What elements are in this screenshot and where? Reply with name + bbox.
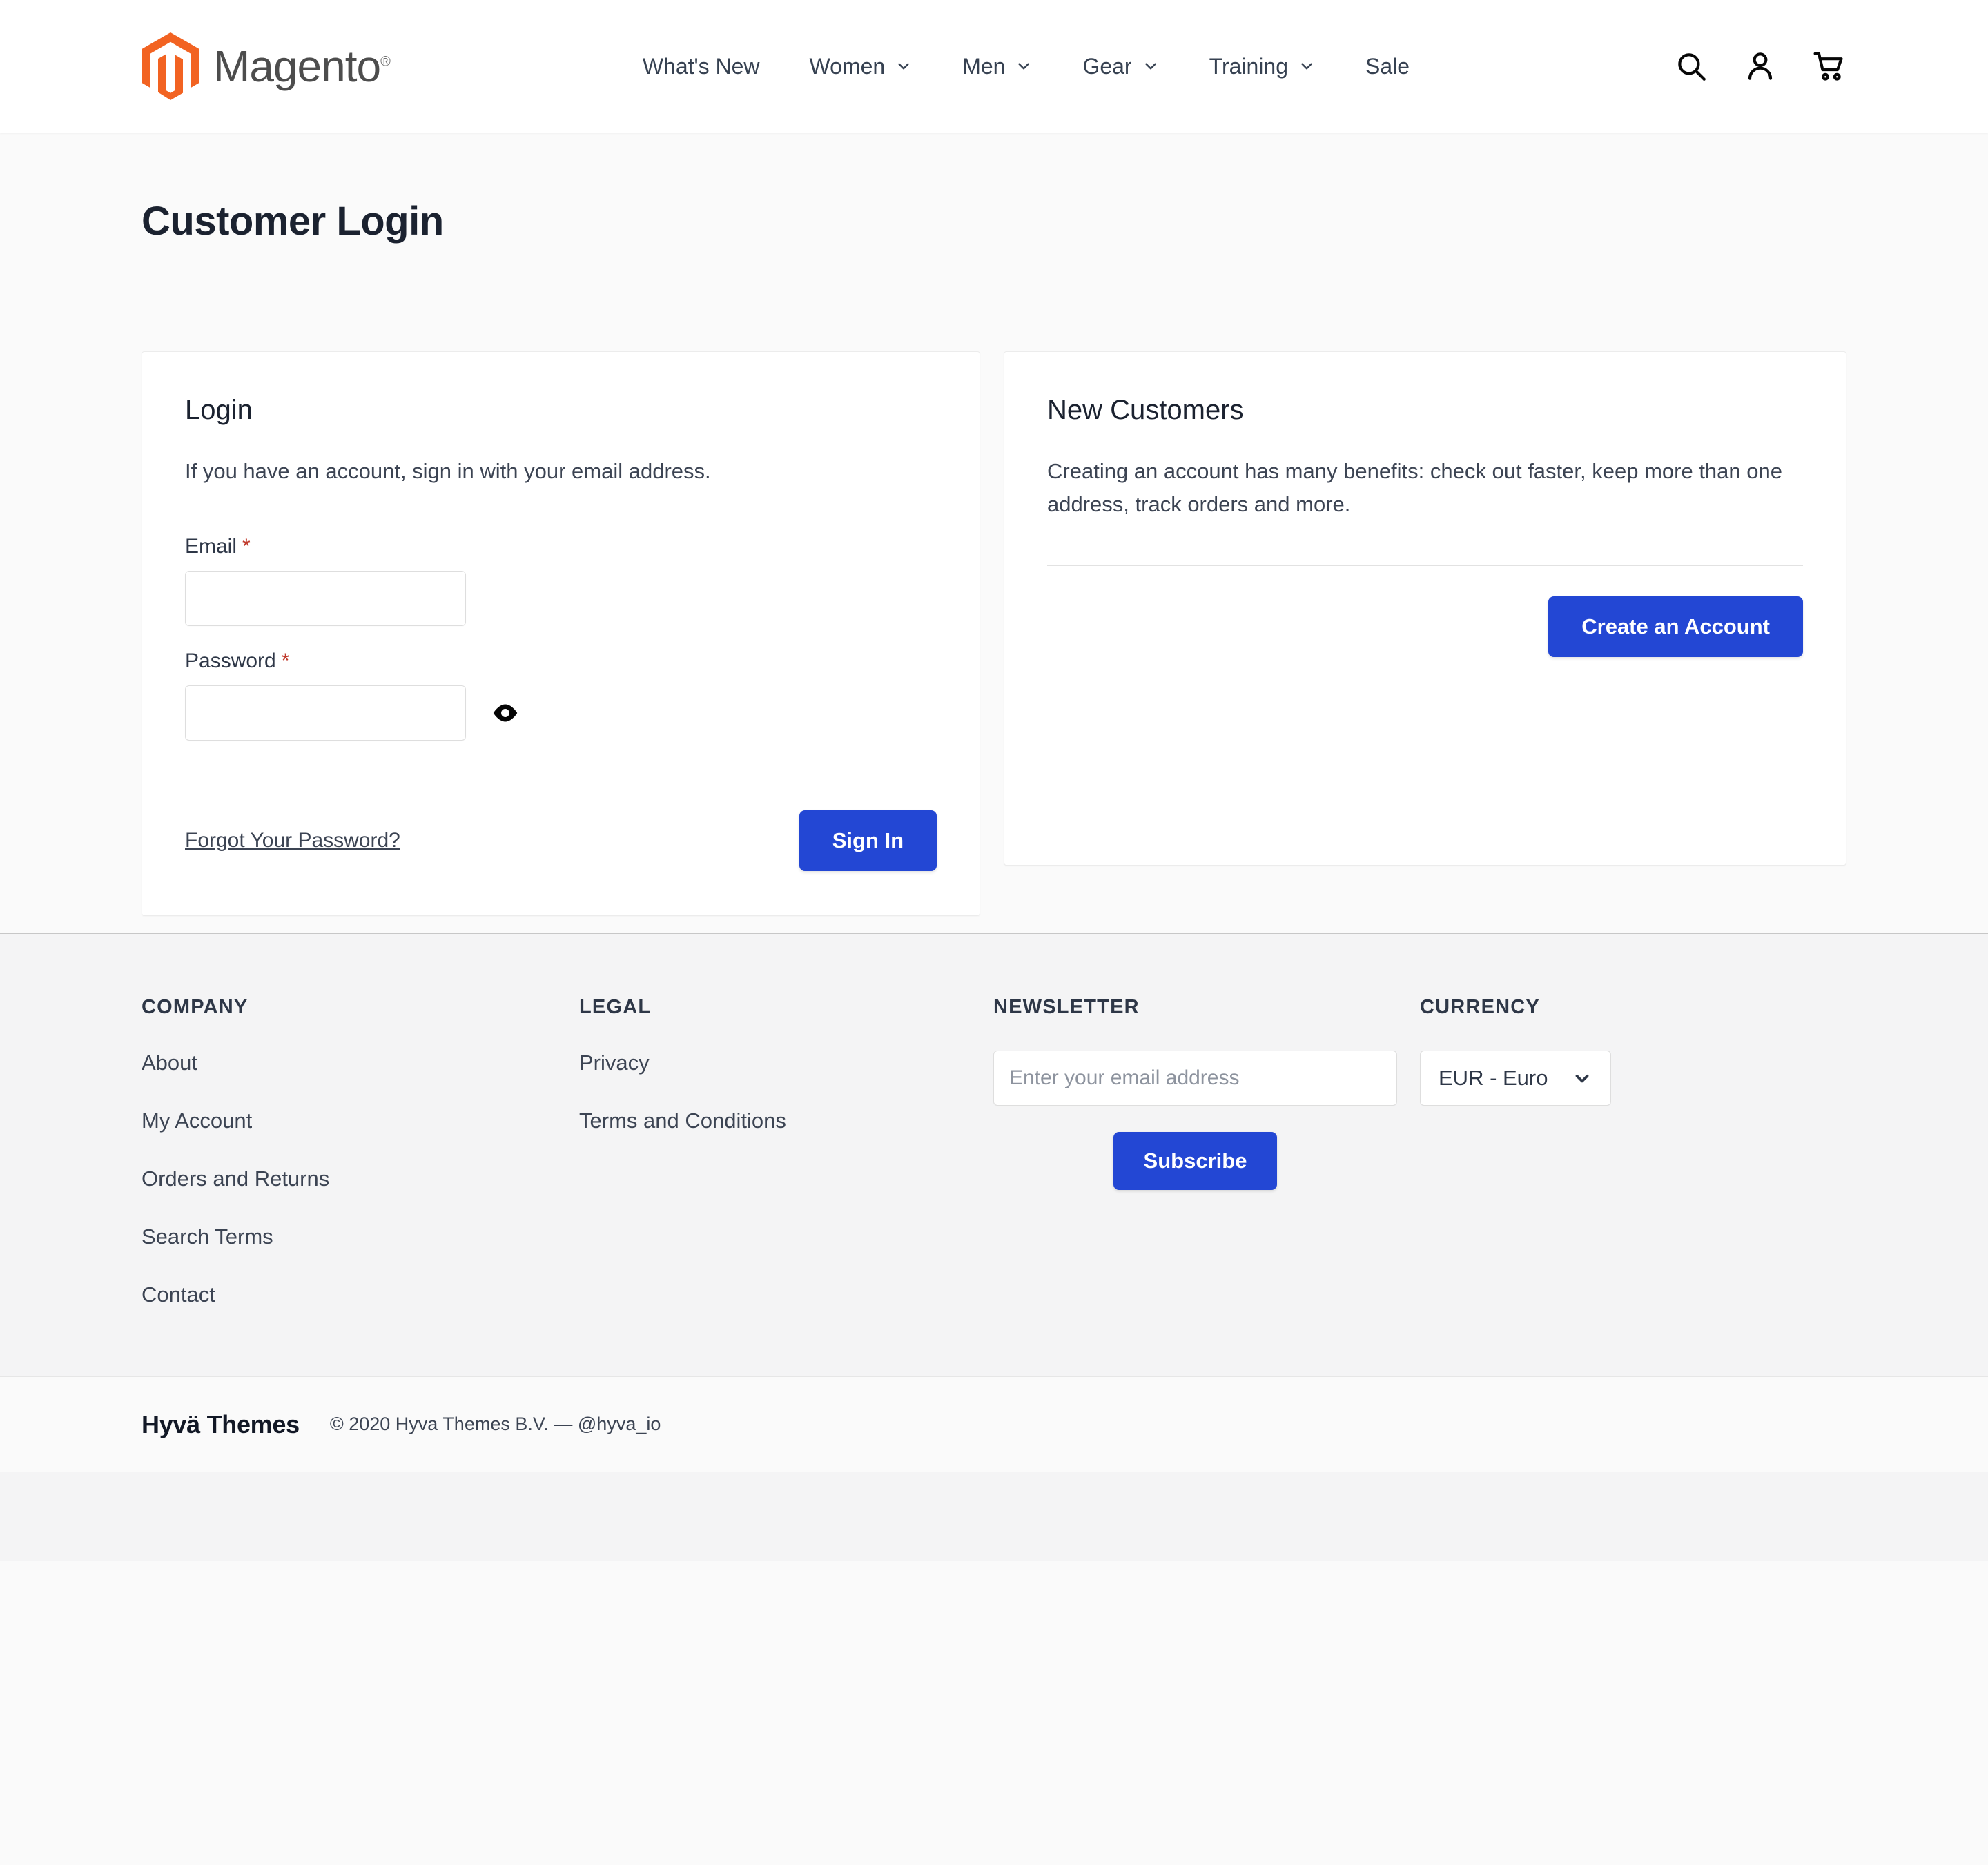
nav-label: Men <box>962 53 1006 79</box>
forgot-password-link[interactable]: Forgot Your Password? <box>185 829 400 852</box>
email-label: Email * <box>185 535 937 558</box>
login-card-heading: Login <box>185 395 253 425</box>
toggle-password-visibility-button[interactable] <box>489 697 521 729</box>
chevron-down-icon <box>898 63 909 70</box>
nav-item-sale[interactable]: Sale <box>1341 40 1434 93</box>
footer-link-terms-and-conditions[interactable]: Terms and Conditions <box>579 1109 993 1133</box>
registered-mark: ® <box>380 54 391 70</box>
eye-icon <box>493 704 518 722</box>
footer-column-newsletter: NEWSLETTER Subscribe <box>993 996 1420 1307</box>
nav-label: What's New <box>642 53 760 79</box>
magento-wordmark: Magento® <box>213 41 391 92</box>
nav-label: Gear <box>1082 53 1132 79</box>
password-row <box>185 685 937 741</box>
main-content: Customer Login Login If you have an acco… <box>0 133 1988 933</box>
user-account-icon[interactable] <box>1743 49 1777 84</box>
nav-label: Training <box>1209 53 1288 79</box>
currency-selector[interactable]: EUR - Euro <box>1420 1051 1611 1106</box>
password-label-text: Password <box>185 650 276 673</box>
shopping-cart-icon[interactable] <box>1812 49 1846 84</box>
password-label: Password * <box>185 650 937 673</box>
footer-column-company: COMPANY About My Account Orders and Retu… <box>142 996 579 1307</box>
sign-in-button[interactable]: Sign In <box>799 810 937 872</box>
nav-item-training[interactable]: Training <box>1185 40 1341 93</box>
footer-link-contact[interactable]: Contact <box>142 1282 579 1307</box>
logo-text-label: Magento <box>213 41 381 91</box>
email-input[interactable] <box>185 571 466 627</box>
copyright-text: © 2020 Hyva Themes B.V. — @hyva_io <box>329 1414 661 1434</box>
email-field-block: Email * <box>185 535 937 627</box>
footer-columns: COMPANY About My Account Orders and Retu… <box>142 996 1846 1307</box>
footer-currency-title: CURRENCY <box>1420 996 1540 1018</box>
copyright-bar: Hyvä Themes © 2020 Hyva Themes B.V. — @h… <box>0 1376 1988 1472</box>
hyva-themes-brand: Hyvä Themes <box>142 1409 300 1438</box>
nav-label: Sale <box>1365 53 1410 79</box>
newsletter-email-input[interactable] <box>993 1051 1397 1106</box>
footer-link-privacy[interactable]: Privacy <box>579 1051 993 1075</box>
new-customers-divider <box>1047 565 1803 567</box>
nav-label: Women <box>809 53 886 79</box>
footer-company-title: COMPANY <box>142 996 248 1018</box>
footer-link-about[interactable]: About <box>142 1051 579 1075</box>
new-customers-heading: New Customers <box>1047 395 1244 425</box>
footer-column-currency: CURRENCY EUR - Euro <box>1420 996 1611 1307</box>
footer-bottom-band <box>0 1472 1988 1561</box>
subscribe-row: Subscribe <box>993 1132 1397 1190</box>
page-title: Customer Login <box>142 199 444 244</box>
create-account-button[interactable]: Create an Account <box>1548 596 1803 658</box>
footer-link-search-terms[interactable]: Search Terms <box>142 1224 579 1249</box>
chevron-down-icon <box>1018 63 1030 70</box>
new-customers-card: New Customers Creating an account has ma… <box>1004 351 1846 866</box>
site-header: Magento® What's New Women Men Gear Train… <box>0 0 1988 133</box>
currency-selected-value: EUR - Euro <box>1439 1066 1548 1090</box>
main-navigation: What's New Women Men Gear Training Sale <box>618 40 1434 93</box>
login-form: Email * Password * <box>185 535 937 741</box>
login-card: Login If you have an account, sign in wi… <box>142 351 981 917</box>
login-actions-row: Forgot Your Password? Sign In <box>185 810 937 872</box>
footer-column-legal: LEGAL Privacy Terms and Conditions <box>579 996 993 1307</box>
required-asterisk: * <box>242 535 251 558</box>
nav-item-gear[interactable]: Gear <box>1058 40 1184 93</box>
subscribe-button[interactable]: Subscribe <box>1113 1132 1278 1190</box>
footer-newsletter-title: NEWSLETTER <box>993 996 1140 1018</box>
site-footer: COMPANY About My Account Orders and Retu… <box>0 933 1988 1376</box>
chevron-down-icon <box>1301 63 1312 70</box>
magento-logo[interactable]: Magento® <box>142 32 391 100</box>
new-customers-description: Creating an account has many benefits: c… <box>1047 459 1782 517</box>
required-asterisk: * <box>281 650 290 673</box>
chevron-down-icon <box>1144 63 1156 70</box>
login-card-subtitle: If you have an account, sign in with you… <box>185 459 711 483</box>
nav-item-whats-new[interactable]: What's New <box>618 40 785 93</box>
chevron-down-icon <box>1575 1075 1589 1083</box>
password-input[interactable] <box>185 685 466 741</box>
login-cards-row: Login If you have an account, sign in wi… <box>142 351 1846 917</box>
nav-item-women[interactable]: Women <box>785 40 938 93</box>
new-customers-actions: Create an Account <box>1047 596 1803 658</box>
page-bottom-filler <box>0 1561 1988 1865</box>
footer-link-my-account[interactable]: My Account <box>142 1109 579 1133</box>
email-label-text: Email <box>185 535 237 558</box>
nav-item-men[interactable]: Men <box>937 40 1058 93</box>
password-field-block: Password * <box>185 650 937 741</box>
footer-legal-title: LEGAL <box>579 996 652 1018</box>
magento-logo-icon <box>142 32 199 100</box>
header-actions <box>1674 49 1846 84</box>
footer-link-orders-and-returns[interactable]: Orders and Returns <box>142 1166 579 1191</box>
search-icon[interactable] <box>1674 49 1708 84</box>
